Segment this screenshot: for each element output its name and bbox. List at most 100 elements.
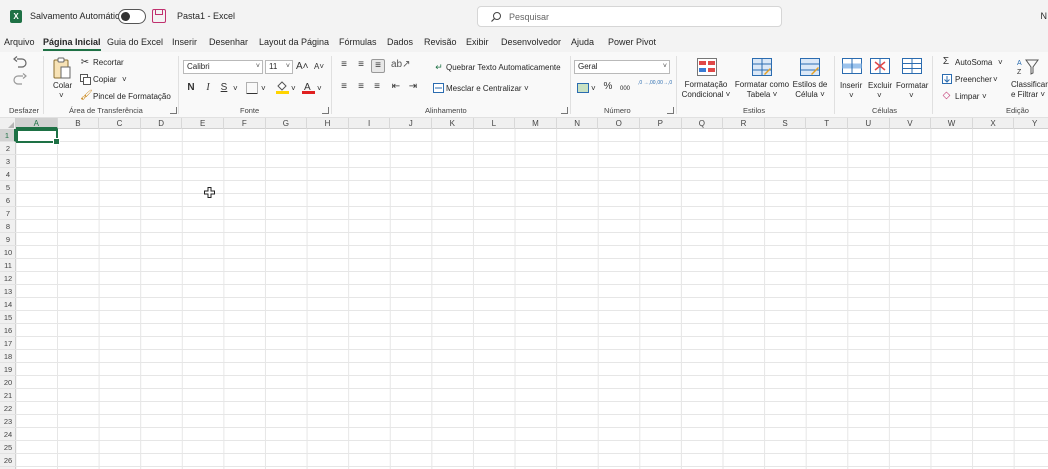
- column-header[interactable]: N: [557, 118, 599, 129]
- column-header[interactable]: T: [806, 118, 848, 129]
- tab-pagina-inicial[interactable]: Página Inicial: [43, 37, 101, 51]
- column-header[interactable]: I: [349, 118, 391, 129]
- autosave-toggle[interactable]: [118, 9, 146, 24]
- fill-color-dropdown-icon[interactable]: ˅: [291, 84, 296, 94]
- font-name-select[interactable]: Calibri ˅: [183, 60, 263, 74]
- insert-dropdown-icon[interactable]: ˅: [849, 91, 854, 101]
- column-header[interactable]: G: [266, 118, 308, 129]
- row-header[interactable]: 23: [0, 415, 16, 428]
- fill-dropdown-icon[interactable]: ˅: [993, 75, 998, 85]
- clear-button[interactable]: Limpar: [955, 92, 979, 102]
- row-header[interactable]: 19: [0, 363, 16, 376]
- sort-filter-icon[interactable]: A Z: [1017, 57, 1039, 77]
- row-header[interactable]: 3: [0, 155, 16, 168]
- insert-cells-icon[interactable]: [842, 58, 862, 74]
- column-header[interactable]: A: [16, 118, 58, 129]
- autosum-dropdown-icon[interactable]: ˅: [998, 58, 1003, 68]
- row-header[interactable]: 14: [0, 298, 16, 311]
- fill-button[interactable]: Preencher: [955, 75, 992, 85]
- row-header[interactable]: 16: [0, 324, 16, 337]
- column-header[interactable]: U: [848, 118, 890, 129]
- row-header[interactable]: 6: [0, 194, 16, 207]
- sort-filter-line1[interactable]: Classificar: [1011, 80, 1048, 90]
- underline-button[interactable]: S: [219, 82, 229, 94]
- clear-dropdown-icon[interactable]: ˅: [982, 92, 987, 102]
- column-header[interactable]: X: [973, 118, 1015, 129]
- tab-desenvolvedor[interactable]: Desenvolvedor: [501, 37, 561, 47]
- number-format-select[interactable]: Geral ˅: [574, 60, 670, 74]
- column-header[interactable]: M: [515, 118, 557, 129]
- save-icon[interactable]: [152, 9, 166, 23]
- select-all-corner[interactable]: [0, 118, 16, 129]
- column-header[interactable]: E: [182, 118, 224, 129]
- row-header[interactable]: 20: [0, 376, 16, 389]
- tab-layout-da-pagina[interactable]: Layout da Página: [259, 37, 329, 47]
- tab-arquivo[interactable]: Arquivo: [4, 37, 35, 47]
- format-cells-icon[interactable]: [902, 58, 922, 74]
- cell-styles-line1[interactable]: Estilos de: [790, 80, 830, 90]
- increase-decimal-button[interactable]: ,0 →,00: [638, 80, 656, 86]
- tab-inserir[interactable]: Inserir: [172, 37, 197, 47]
- row-header[interactable]: 1: [0, 129, 16, 142]
- row-header[interactable]: 26: [0, 454, 16, 467]
- clear-icon[interactable]: ◇: [941, 90, 952, 102]
- bold-button[interactable]: N: [186, 82, 196, 94]
- delete-dropdown-icon[interactable]: ˅: [877, 91, 882, 101]
- column-header[interactable]: S: [765, 118, 807, 129]
- wrap-text-button[interactable]: Quebrar Texto Automaticamente: [446, 63, 561, 73]
- column-header[interactable]: K: [432, 118, 474, 129]
- thousands-button[interactable]: 000: [620, 84, 630, 94]
- wrap-text-icon[interactable]: ↵: [433, 61, 445, 73]
- align-middle-icon[interactable]: ≡: [355, 59, 367, 71]
- tab-guia-do-excel[interactable]: Guia do Excel: [107, 37, 163, 47]
- column-header[interactable]: C: [99, 118, 141, 129]
- row-header[interactable]: 15: [0, 311, 16, 324]
- number-launcher-icon[interactable]: [667, 107, 674, 114]
- column-header[interactable]: F: [224, 118, 266, 129]
- tab-revisao[interactable]: Revisão: [424, 37, 457, 47]
- merge-center-icon[interactable]: [433, 83, 444, 93]
- paste-button[interactable]: Colar: [53, 81, 72, 91]
- format-painter-button[interactable]: Pincel de Formatação: [93, 92, 171, 102]
- cut-icon[interactable]: ✂: [80, 57, 90, 69]
- row-header[interactable]: 11: [0, 259, 16, 272]
- row-header[interactable]: 18: [0, 350, 16, 363]
- worksheet-grid[interactable]: ABCDEFGHIJKLMNOPQRSTUVWXY 1 2 3 4 5 6 7 8 9 10 11 1…: [0, 118, 1048, 469]
- row-header[interactable]: 24: [0, 428, 16, 441]
- increase-indent-icon[interactable]: ⇥: [407, 81, 419, 93]
- font-size-select[interactable]: 11 ˅: [265, 60, 293, 74]
- font-color-icon[interactable]: A: [302, 80, 315, 94]
- row-header[interactable]: 12: [0, 272, 16, 285]
- tab-desenhar[interactable]: Desenhar: [209, 37, 248, 47]
- column-header[interactable]: B: [58, 118, 100, 129]
- fill-color-icon[interactable]: [276, 80, 289, 94]
- column-header[interactable]: P: [640, 118, 682, 129]
- borders-dropdown-icon[interactable]: ˅: [261, 84, 266, 94]
- delete-cells-icon[interactable]: [870, 58, 890, 74]
- search-input[interactable]: Pesquisar: [477, 6, 782, 27]
- percent-button[interactable]: %: [602, 81, 614, 93]
- orientation-icon[interactable]: ab↗: [391, 59, 411, 71]
- align-right-icon[interactable]: ≡: [371, 81, 383, 93]
- column-header[interactable]: O: [598, 118, 640, 129]
- cell-styles-icon[interactable]: [800, 58, 820, 76]
- accounting-icon[interactable]: [577, 83, 589, 93]
- paste-dropdown-icon[interactable]: ˅: [59, 91, 64, 101]
- format-painter-icon[interactable]: 🖌: [80, 90, 93, 102]
- merge-center-button[interactable]: Mesclar e Centralizar: [446, 84, 522, 94]
- column-header[interactable]: Q: [682, 118, 724, 129]
- row-header[interactable]: 5: [0, 181, 16, 194]
- tab-power-pivot[interactable]: Power Pivot: [608, 37, 656, 47]
- column-header[interactable]: R: [723, 118, 765, 129]
- row-header[interactable]: 9: [0, 233, 16, 246]
- italic-button[interactable]: I: [203, 82, 213, 94]
- column-header[interactable]: W: [931, 118, 973, 129]
- align-center-icon[interactable]: ≡: [355, 81, 367, 93]
- copy-icon[interactable]: [80, 74, 91, 85]
- grow-font-button[interactable]: A˄: [296, 61, 309, 73]
- sort-filter-line2[interactable]: e Filtrar ˅: [1011, 90, 1045, 100]
- merge-dropdown-icon[interactable]: ˅: [524, 84, 529, 94]
- align-left-icon[interactable]: ≡: [338, 81, 350, 93]
- decrease-decimal-button[interactable]: ,00→,0: [656, 80, 672, 86]
- decrease-indent-icon[interactable]: ⇤: [390, 81, 402, 93]
